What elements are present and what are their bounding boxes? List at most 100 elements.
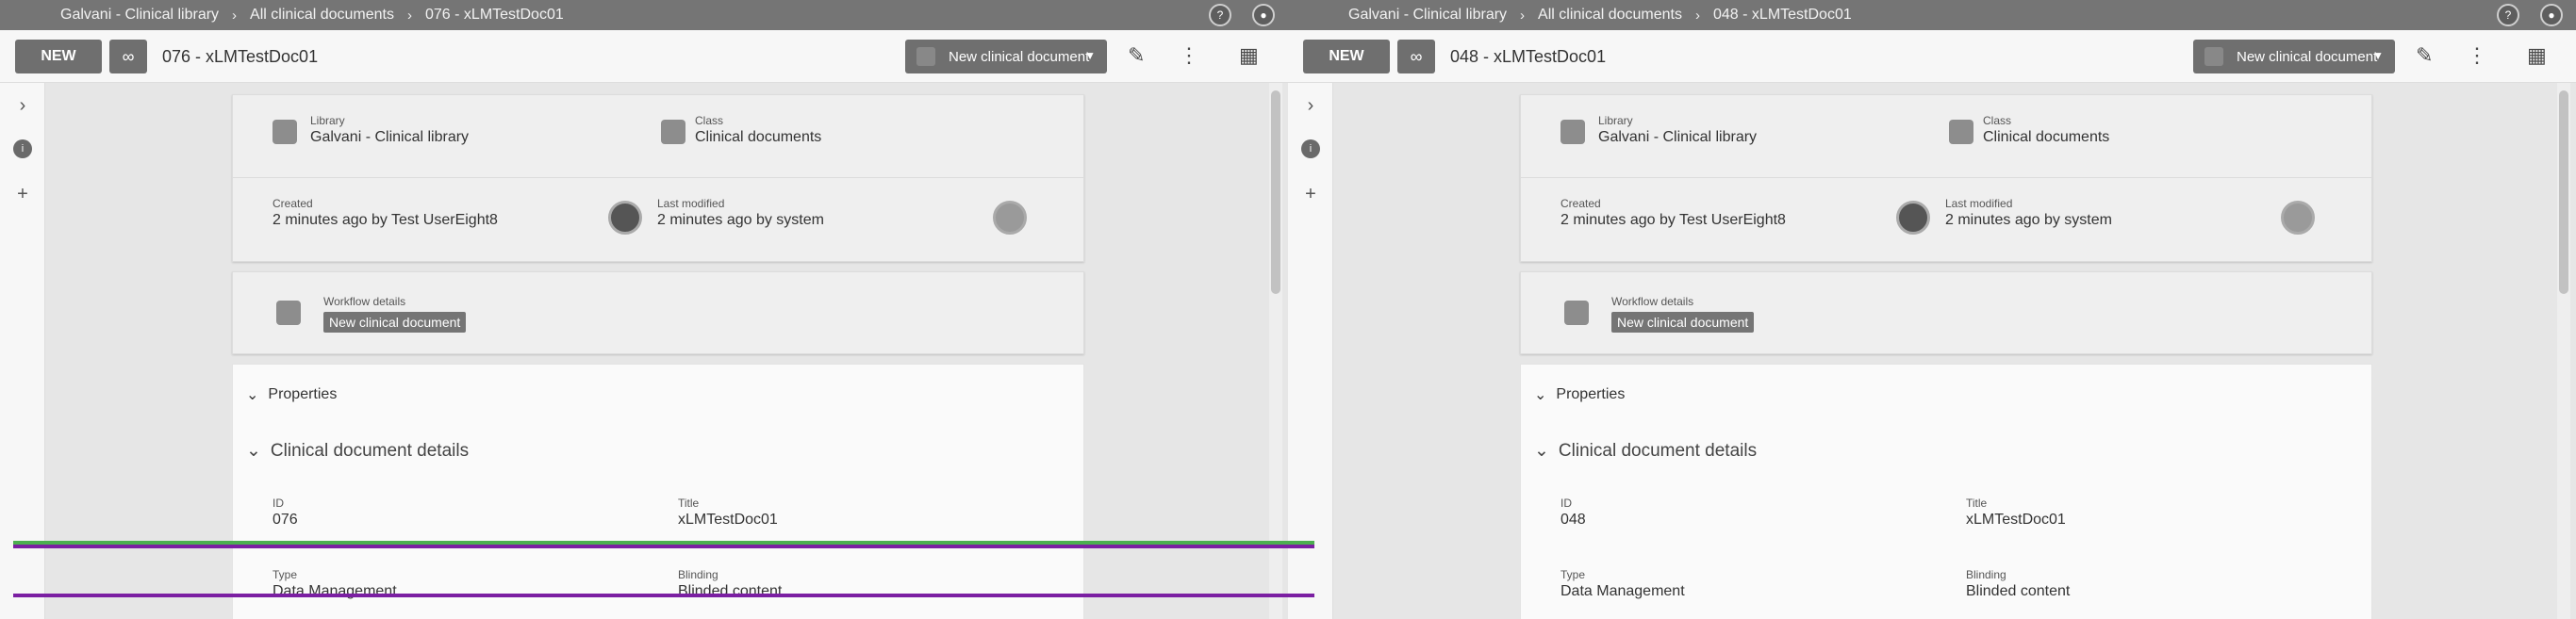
title-field: Title xLMTestDoc01 xyxy=(678,497,778,529)
expand-chevron-icon[interactable]: › xyxy=(11,94,34,117)
workflow-action-label: New clinical document xyxy=(949,48,1090,65)
summary-card: Library Galvani - Clinical library Class… xyxy=(1520,94,2372,262)
breadcrumb: Galvani - Clinical library › All clinica… xyxy=(1288,0,2576,30)
class-value[interactable]: Clinical documents xyxy=(1983,129,2109,146)
id-label: ID xyxy=(272,497,284,510)
scrollbar-thumb[interactable] xyxy=(1271,90,1280,294)
title-label: Title xyxy=(678,497,700,510)
modified-label: Last modified xyxy=(657,197,725,210)
edit-icon[interactable]: ✎ xyxy=(1128,43,1145,68)
clinical-details-heading: Clinical document details xyxy=(1558,440,1758,461)
properties-panel: ⌄ Properties ⌄ Clinical document details… xyxy=(1520,364,2372,619)
workflow-status-chip[interactable]: New clinical document xyxy=(323,312,467,333)
more-vert-icon[interactable]: ⋮ xyxy=(1179,43,1199,68)
new-button[interactable]: NEW xyxy=(1303,40,1390,73)
title-value: xLMTestDoc01 xyxy=(1966,512,2066,528)
workflow-icon xyxy=(276,301,301,325)
class-icon xyxy=(1949,120,1973,144)
breadcrumb-current-document: 048 - xLMTestDoc01 xyxy=(1713,7,1852,23)
creator-avatar xyxy=(608,201,642,235)
class-value[interactable]: Clinical documents xyxy=(695,129,821,146)
id-label: ID xyxy=(1560,497,1572,510)
blinding-field: Blinding Blinded content xyxy=(1966,568,2070,600)
user-avatar-icon[interactable]: ● xyxy=(2540,4,2563,26)
breadcrumb-library[interactable]: Galvani - Clinical library xyxy=(60,7,219,24)
help-icon[interactable]: ? xyxy=(2497,4,2519,26)
library-value[interactable]: Galvani - Clinical library xyxy=(310,129,469,146)
user-avatar-icon[interactable]: ● xyxy=(1252,4,1275,26)
workflow-status-chip[interactable]: New clinical document xyxy=(1611,312,1755,333)
created-value: 2 minutes ago by Test UserEight8 xyxy=(1560,212,1786,228)
properties-heading: Properties xyxy=(1556,386,1626,402)
creator-avatar xyxy=(1896,201,1930,235)
document-toolbar: NEW ∞ 048 - xLMTestDoc01 New clinical do… xyxy=(1288,30,2576,83)
document-title: 076 - xLMTestDoc01 xyxy=(162,47,319,66)
breadcrumb-all-documents[interactable]: All clinical documents xyxy=(250,7,394,24)
breadcrumb-current-document: 076 - xLMTestDoc01 xyxy=(425,7,564,23)
breadcrumb-library[interactable]: Galvani - Clinical library xyxy=(1348,7,1507,24)
overlay-line-purple-bottom xyxy=(13,594,1314,597)
workflow-card: Workflow details New clinical document xyxy=(1520,271,2372,354)
type-label: Type xyxy=(272,568,298,581)
info-icon: i xyxy=(13,139,32,158)
properties-panel: ⌄ Properties ⌄ Clinical document details… xyxy=(232,364,1084,619)
info-button[interactable]: i xyxy=(1299,138,1322,160)
id-value: 076 xyxy=(272,512,298,528)
new-button[interactable]: NEW xyxy=(15,40,102,73)
clinical-details-header[interactable]: ⌄ Clinical document details xyxy=(246,440,469,462)
blinding-label: Blinding xyxy=(1966,568,2006,581)
id-value: 048 xyxy=(1560,512,1586,528)
properties-header[interactable]: ⌄ Properties xyxy=(1534,385,1625,404)
document-title: 048 - xLMTestDoc01 xyxy=(1450,47,1607,66)
created-value: 2 minutes ago by Test UserEight8 xyxy=(272,212,498,228)
link-button[interactable]: ∞ xyxy=(109,40,147,73)
workflow-icon xyxy=(2204,47,2223,66)
type-value: Data Management xyxy=(1560,583,1685,599)
help-icon[interactable]: ? xyxy=(1209,4,1231,26)
chevron-down-icon: ▼ xyxy=(2372,49,2384,62)
edit-icon[interactable]: ✎ xyxy=(2416,43,2433,68)
summary-card: Library Galvani - Clinical library Class… xyxy=(232,94,1084,262)
chevron-down-icon: ⌄ xyxy=(246,387,259,403)
scrollbar[interactable] xyxy=(2557,83,2570,619)
workflow-label: Workflow details xyxy=(323,295,406,308)
grid-view-icon[interactable]: ▦ xyxy=(2527,43,2547,68)
properties-heading: Properties xyxy=(268,386,338,402)
workflow-action-button[interactable]: New clinical document ▼ xyxy=(905,40,1107,73)
library-value[interactable]: Galvani - Clinical library xyxy=(1598,129,1757,146)
scrollbar-thumb[interactable] xyxy=(2559,90,2568,294)
modifier-avatar xyxy=(2281,201,2315,235)
workflow-card: Workflow details New clinical document xyxy=(232,271,1084,354)
summary-row-dates: Created 2 minutes ago by Test UserEight8… xyxy=(1521,178,2371,261)
scrollbar[interactable] xyxy=(1269,83,1282,619)
more-vert-icon[interactable]: ⋮ xyxy=(2467,43,2487,68)
clinical-details-heading: Clinical document details xyxy=(270,440,470,461)
clinical-details-header[interactable]: ⌄ Clinical document details xyxy=(1534,440,1757,462)
workflow-action-button[interactable]: New clinical document ▼ xyxy=(2193,40,2395,73)
link-button[interactable]: ∞ xyxy=(1397,40,1435,73)
chevron-down-icon: ⌄ xyxy=(246,441,261,461)
add-icon[interactable]: + xyxy=(11,183,34,205)
type-value: Data Management xyxy=(272,583,397,599)
info-icon: i xyxy=(1301,139,1320,158)
library-label: Library xyxy=(310,114,345,127)
grid-view-icon[interactable]: ▦ xyxy=(1239,43,1259,68)
chevron-down-icon: ⌄ xyxy=(1534,387,1547,403)
workflow-icon xyxy=(1564,301,1589,325)
title-field: Title xLMTestDoc01 xyxy=(1966,497,2066,529)
info-button[interactable]: i xyxy=(11,138,34,160)
properties-header[interactable]: ⌄ Properties xyxy=(246,385,337,404)
modified-label: Last modified xyxy=(1945,197,2013,210)
breadcrumb-all-documents[interactable]: All clinical documents xyxy=(1538,7,1682,24)
link-icon: ∞ xyxy=(122,46,135,66)
blinding-label: Blinding xyxy=(678,568,718,581)
add-icon[interactable]: + xyxy=(1299,183,1322,205)
library-icon xyxy=(272,120,297,144)
created-label: Created xyxy=(1560,197,1601,210)
library-icon xyxy=(1560,120,1585,144)
modified-value: 2 minutes ago by system xyxy=(1945,212,2112,228)
expand-chevron-icon[interactable]: › xyxy=(1299,94,1322,117)
chevron-down-icon: ▼ xyxy=(1084,49,1096,62)
summary-row-library: Library Galvani - Clinical library Class… xyxy=(1521,95,2371,178)
id-field: ID 048 xyxy=(1560,497,1586,529)
